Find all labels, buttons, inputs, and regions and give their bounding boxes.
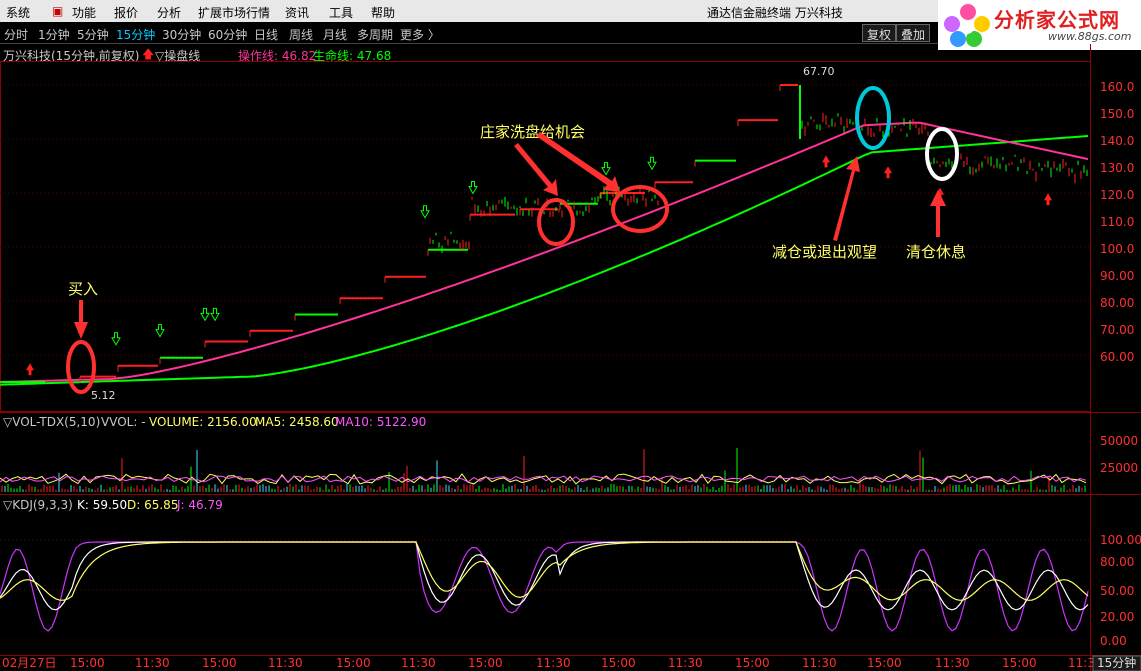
menu-extended-market[interactable]: 扩展市场行情 (198, 4, 270, 21)
buy-circle (66, 340, 96, 394)
kdj-axis: 100.00 80.00 50.00 20.00 0.00 (1100, 533, 1141, 648)
sell-signal-arrow (111, 332, 121, 346)
signal-arrows (26, 155, 1052, 376)
period-30min[interactable]: 30分钟 (162, 26, 201, 43)
time-tick: 11:30 (668, 656, 703, 670)
menu-info[interactable]: 资讯 (285, 4, 309, 21)
period-day[interactable]: 日线 (254, 26, 278, 43)
wash-arrow-1-icon (514, 143, 558, 196)
time-tick: 15:00 (1002, 656, 1037, 670)
buy-signal-arrow (1044, 193, 1052, 206)
time-tick: 11:30 (135, 656, 170, 670)
wash-circle-1 (537, 198, 575, 246)
kdj-tick: 0.00 (1100, 634, 1127, 648)
sell-signal-arrow (468, 181, 478, 195)
menu-function[interactable]: 功能 (72, 4, 96, 21)
time-tick: 15:00 (601, 656, 636, 670)
annotations: 67.70 5.12 买入 庄家洗盘给机会 减仓或退出观望 清仓休息 (66, 65, 966, 402)
period-label: 15分钟 (1097, 655, 1136, 670)
period-month[interactable]: 月线 (323, 26, 347, 43)
time-tick: 11:30 (401, 656, 436, 670)
logo-text: 分析家公式网 (994, 8, 1120, 32)
time-tick: 11:30 (268, 656, 303, 670)
vol-tick: 25000 (1100, 461, 1138, 475)
price-tick: 100.0 (1100, 242, 1134, 256)
menu-help[interactable]: 帮助 (371, 4, 395, 21)
reduce-annotation: 减仓或退出观望 (772, 243, 877, 261)
window-title: 通达信金融终端 万兴科技 (707, 6, 843, 20)
time-tick: 02月27日 (2, 656, 57, 670)
clear-arrow-icon (930, 190, 946, 237)
buy-arrow-icon (74, 300, 88, 339)
chart-area[interactable]: 160.0 150.0 140.0 130.0 120.0 110.0 100.… (0, 44, 1141, 671)
vol-axis: 50000 25000 (1100, 434, 1138, 475)
overlay-button[interactable]: 叠加 (896, 24, 931, 42)
period-fenshi[interactable]: 分时 (4, 26, 28, 43)
vol-tick: 50000 (1100, 434, 1138, 448)
time-tick: 15:00 (336, 656, 371, 670)
period-more[interactable]: 更多 〉 (400, 26, 440, 43)
flower-logo-icon (944, 4, 990, 47)
period-toolbar: 分时 1分钟 5分钟 15分钟 30分钟 60分钟 日线 周线 月线 多周期 更… (0, 22, 938, 44)
price-tick: 130.0 (1100, 161, 1134, 175)
time-tick: 11:30 (802, 656, 837, 670)
price-tick: 120.0 (1100, 188, 1134, 202)
period-multi[interactable]: 多周期 (357, 26, 393, 43)
buy-signal-arrow (26, 363, 34, 376)
app-icon: ▣ (52, 4, 64, 18)
time-tick: 15:00 (468, 656, 503, 670)
time-tick: 11:30 (935, 656, 970, 670)
time-tick: 11:3 (1068, 656, 1095, 670)
wash-annotation: 庄家洗盘给机会 (480, 123, 585, 141)
time-tick: 15:00 (867, 656, 902, 670)
volume-bars (0, 448, 1087, 492)
high-price-label: 67.70 (803, 65, 835, 78)
buy-signal-arrow (822, 155, 830, 168)
kdj-tick: 50.00 (1100, 584, 1134, 598)
sell-signal-arrow (210, 307, 220, 322)
period-week[interactable]: 周线 (289, 26, 313, 43)
menu-quote[interactable]: 报价 (114, 4, 138, 21)
menu-tools[interactable]: 工具 (329, 4, 353, 21)
sell-signal-arrow (647, 156, 657, 171)
sell-signal-arrow (420, 205, 430, 219)
price-tick: 150.0 (1100, 107, 1134, 121)
price-tick: 70.00 (1100, 323, 1134, 337)
menu-system[interactable]: 系统 (6, 4, 30, 21)
price-tick: 90.00 (1100, 269, 1134, 283)
price-tick: 80.00 (1100, 296, 1134, 310)
time-tick: 15:00 (70, 656, 105, 670)
time-tick: 15:00 (202, 656, 237, 670)
period-60min[interactable]: 60分钟 (208, 26, 247, 43)
kdj-j-line (0, 541, 1089, 632)
clear-annotation: 清仓休息 (906, 243, 966, 261)
period-1min[interactable]: 1分钟 (38, 26, 70, 43)
menu-analysis[interactable]: 分析 (157, 4, 181, 21)
time-tick: 15:00 (735, 656, 770, 670)
clear-circle (925, 127, 959, 181)
time-tick: 11:30 (536, 656, 571, 670)
time-axis: 02月27日 15:00 11:30 15:00 11:30 15:00 11:… (2, 656, 1095, 670)
price-tick: 60.00 (1100, 350, 1134, 364)
period-15min[interactable]: 15分钟 (116, 26, 155, 43)
sell-signal-arrow (601, 162, 611, 176)
low-price-label: 5.12 (91, 389, 116, 402)
fuquan-button[interactable]: 复权 (862, 24, 897, 42)
kdj-tick: 100.00 (1100, 533, 1141, 547)
period-5min[interactable]: 5分钟 (77, 26, 109, 43)
price-tick: 110.0 (1100, 215, 1134, 229)
logo-url: www.88gs.com (1048, 30, 1132, 43)
kdj-tick: 20.00 (1100, 610, 1134, 624)
sell-signal-arrow (155, 324, 165, 338)
sell-signal-arrow (200, 307, 210, 322)
buy-annotation: 买入 (68, 280, 98, 298)
site-logo: 分析家公式网 www.88gs.com (938, 0, 1141, 50)
kdj-tick: 80.00 (1100, 555, 1134, 569)
price-axis: 160.0 150.0 140.0 130.0 120.0 110.0 100.… (1100, 80, 1134, 364)
price-tick: 160.0 (1100, 80, 1134, 94)
buy-signal-arrow (884, 166, 892, 179)
kdj-k-line (0, 541, 1089, 611)
kdj-lines (0, 541, 1089, 632)
price-tick: 140.0 (1100, 134, 1134, 148)
